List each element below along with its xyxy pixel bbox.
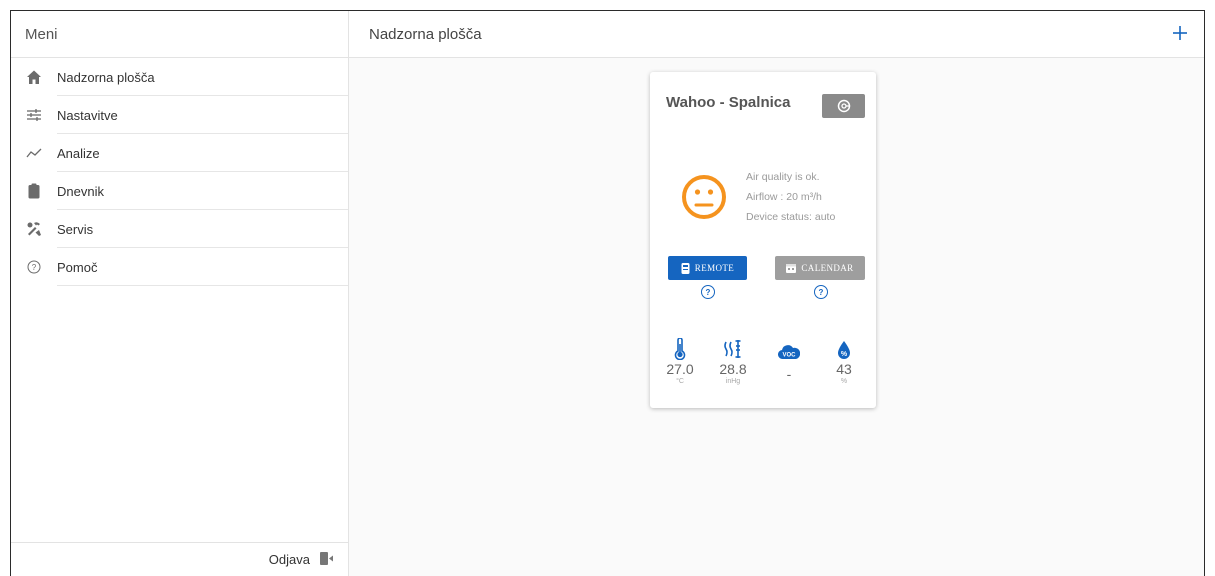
sidebar-item-label: Nastavitve <box>57 107 118 123</box>
remote-icon <box>681 262 690 274</box>
pressure-icon <box>711 338 755 360</box>
add-device-button[interactable] <box>1166 19 1194 47</box>
tools-icon <box>11 221 57 237</box>
sidebar-item-analytics[interactable]: Analize <box>11 134 348 172</box>
sidebar-item-settings[interactable]: Nastavitve <box>11 96 348 134</box>
humidity-drop-icon: % <box>822 338 866 360</box>
temperature-value: 27.0 <box>666 361 694 377</box>
airflow-text: Airflow : 20 m³/h <box>746 191 822 203</box>
main-content: Nadzorna plošča Wahoo - Spalnica Air qua… <box>349 11 1204 576</box>
remote-help-icon[interactable]: ? <box>701 285 715 299</box>
humidity-unit: % <box>840 378 848 385</box>
logout-button[interactable]: Odjava <box>11 542 348 576</box>
sidebar-item-dashboard[interactable]: Nadzorna plošča <box>11 58 348 96</box>
pressure-sensor: 28.8 inHg <box>711 338 755 387</box>
sidebar-item-label: Servis <box>57 221 94 237</box>
calendar-button[interactable]: CALENDAR <box>775 256 865 280</box>
svg-text:?: ? <box>32 263 37 272</box>
humidity-value: 43 <box>836 361 852 377</box>
power-icon <box>837 99 850 113</box>
sidebar-item-label: Dnevnik <box>57 183 104 199</box>
plus-icon <box>1173 26 1187 40</box>
svg-text:VOC: VOC <box>782 353 796 359</box>
neutral-face-icon <box>681 174 727 220</box>
sidebar-item-log[interactable]: Dnevnik <box>11 172 348 210</box>
humidity-sensor: % 43 % <box>822 338 866 387</box>
pressure-value: 28.8 <box>719 361 747 377</box>
trend-line-icon <box>11 147 57 159</box>
sidebar-item-label: Analize <box>57 145 100 161</box>
voc-cloud-icon: VOC <box>767 338 811 360</box>
calendar-help-icon[interactable]: ? <box>814 285 828 299</box>
sidebar-item-service[interactable]: Servis <box>11 210 348 248</box>
help-circle-icon: ? <box>11 260 57 274</box>
calendar-icon <box>786 264 797 273</box>
svg-text:%: % <box>841 351 848 358</box>
sidebar-item-help[interactable]: ? Pomoč <box>11 248 348 286</box>
calendar-label: CALENDAR <box>801 263 854 273</box>
device-mode-text: Device status: auto <box>746 211 836 223</box>
page-title: Nadzorna plošča <box>369 25 482 43</box>
sidebar-title: Meni <box>11 11 348 58</box>
voc-sensor: VOC - <box>767 338 811 382</box>
page-header: Nadzorna plošča <box>349 11 1204 58</box>
remote-label: REMOTE <box>694 263 735 273</box>
logout-icon <box>320 551 334 568</box>
sidebar-item-label: Nadzorna plošča <box>57 69 155 85</box>
thermometer-icon <box>658 338 702 360</box>
clipboard-icon <box>11 183 57 199</box>
device-settings-button[interactable] <box>822 94 865 118</box>
device-title: Wahoo - Spalnica <box>666 94 791 111</box>
pressure-unit: inHg <box>725 378 741 385</box>
temperature-sensor: 27.0 °C <box>658 338 702 387</box>
sliders-icon <box>11 108 57 122</box>
sidebar-menu: Nadzorna plošča Nastavitve Analize Dnevn… <box>11 58 348 286</box>
app-window: Meni Nadzorna plošča Nastavitve Analize <box>10 10 1205 576</box>
voc-value: - <box>786 366 792 382</box>
device-card: Wahoo - Spalnica Air quality is ok. Airf… <box>650 72 876 408</box>
temperature-unit: °C <box>676 378 684 385</box>
sidebar-item-label: Pomoč <box>57 259 98 275</box>
remote-button[interactable]: REMOTE <box>668 256 747 280</box>
device-status: Air quality is ok. Airflow : 20 m³/h Dev… <box>746 167 835 227</box>
home-icon <box>11 69 57 85</box>
air-quality-text: Air quality is ok. <box>746 171 820 183</box>
logout-label: Odjava <box>268 552 310 567</box>
sidebar: Meni Nadzorna plošča Nastavitve Analize <box>11 11 349 576</box>
